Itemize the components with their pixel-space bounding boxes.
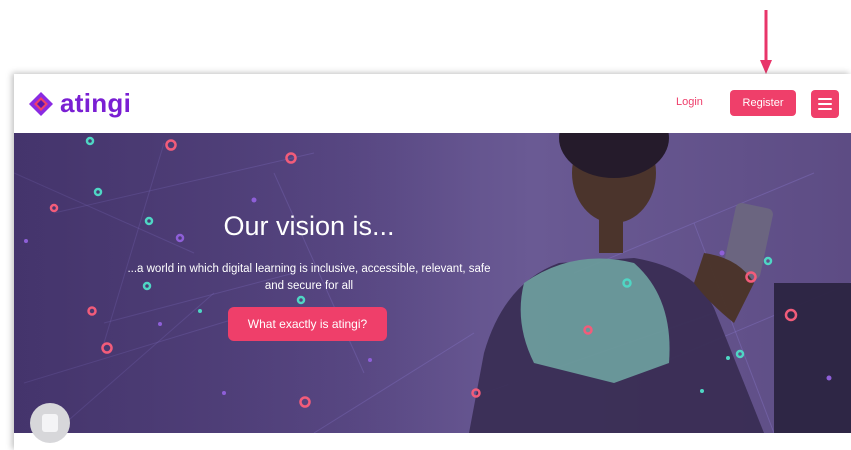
logo-text: atingi <box>60 88 132 118</box>
chat-icon[interactable] <box>30 403 70 443</box>
register-button[interactable]: Register <box>730 90 796 116</box>
hero-subtitle: ...a world in which digital learning is … <box>127 263 491 292</box>
what-is-atingi-button[interactable]: What exactly is atingi? <box>228 307 387 341</box>
browser-viewport: atingi Login Register Our vision is... .… <box>14 74 851 450</box>
hero-title: Our vision is... <box>223 211 395 241</box>
atingi-logo-icon <box>29 91 53 116</box>
top-navbar: atingi Login Register <box>14 74 851 133</box>
hero-banner: Our vision is... ...a world in which dig… <box>14 133 851 433</box>
login-link[interactable]: Login <box>676 96 703 108</box>
down-arrow-icon <box>760 10 772 74</box>
logo[interactable]: atingi <box>28 88 131 119</box>
hamburger-icon[interactable] <box>811 90 839 118</box>
